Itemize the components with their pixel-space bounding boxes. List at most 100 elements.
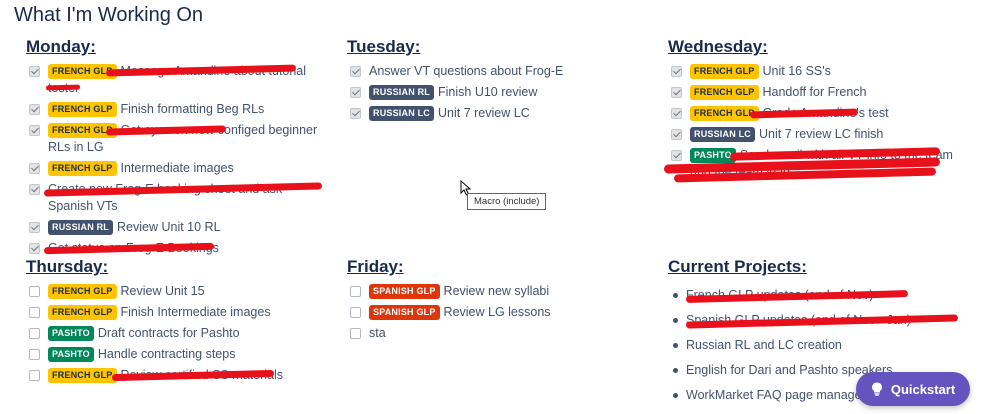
- task-checkbox[interactable]: [350, 328, 361, 339]
- list-item: French GLP updates (end of Nov): [668, 287, 968, 304]
- tuesday-heading: Tuesday:: [347, 37, 421, 56]
- task-checkbox[interactable]: [671, 66, 682, 77]
- task-item: SPANISH GLP Review LG lessons: [347, 304, 647, 321]
- wednesday-section: Wednesday: FRENCH GLP Unit 16 SS's FRENCH…: [663, 37, 958, 185]
- friday-section: Friday: SPANISH GLP Review new syllabi SP…: [347, 257, 647, 346]
- task-text: Create new Frog-E booking sheet and ask …: [48, 181, 326, 215]
- task-item: RUSSIAN LC Unit 7 review LC finish: [668, 126, 958, 143]
- task-checkbox[interactable]: [350, 66, 361, 77]
- task-checkbox[interactable]: [350, 87, 361, 98]
- task-text: FRENCH GLP Grade Amandine's test: [690, 105, 958, 122]
- task-text: FRENCH GLP Review certified SS materials: [48, 367, 326, 384]
- task-text: Answer VT questions about Frog-E: [369, 63, 647, 80]
- task-checkbox[interactable]: [29, 328, 40, 339]
- task-label: sta: [369, 326, 386, 340]
- macro-tooltip: Macro (include): [467, 193, 547, 210]
- friday-heading: Friday:: [347, 257, 404, 276]
- status-badge: FRENCH GLP: [48, 102, 117, 117]
- task-label: Finish U10 review: [438, 85, 538, 99]
- task-item: FRENCH GLP Unit 16 SS's: [668, 63, 958, 80]
- status-badge: RUSSIAN LC: [369, 106, 435, 121]
- task-text: FRENCH GLP Message Amandine about tutoria…: [48, 63, 326, 97]
- lightbulb-icon: [871, 382, 882, 396]
- quickstart-label: Quickstart: [890, 381, 956, 397]
- status-badge: FRENCH GLP: [690, 106, 759, 121]
- task-item: RUSSIAN RL Review Unit 10 RL: [26, 219, 326, 236]
- task-item: FRENCH GLP Intermediate images: [26, 160, 326, 177]
- task-label: Review certified SS materials: [120, 368, 284, 382]
- task-checkbox[interactable]: [671, 87, 682, 98]
- task-checkbox[interactable]: [29, 163, 40, 174]
- page-title: What I'm Working On: [14, 4, 204, 26]
- task-label: Review Unit 15: [120, 284, 205, 298]
- project-label: French GLP updates (end of Nov): [686, 288, 874, 302]
- task-checkbox[interactable]: [29, 349, 40, 360]
- list-item: Spanish GLP updates (end of Nov - Jan): [668, 312, 968, 329]
- project-label: Russian RL and LC creation: [686, 338, 842, 352]
- status-badge: FRENCH GLP: [48, 305, 117, 320]
- project-label: Spanish GLP updates (end of Nov - Jan): [686, 313, 911, 327]
- task-label: Unit 16 SS's: [762, 64, 831, 78]
- task-text: SPANISH GLP Review new syllabi: [369, 283, 647, 300]
- task-checkbox[interactable]: [671, 150, 682, 161]
- task-text: FRENCH GLP Unit 16 SS's: [690, 63, 958, 80]
- monday-section: Monday: FRENCH GLP Message Amandine about…: [26, 37, 326, 261]
- task-text: RUSSIAN LC Unit 7 review LC: [369, 105, 647, 122]
- task-item: Answer VT questions about Frog-E: [347, 63, 647, 80]
- task-checkbox[interactable]: [350, 108, 361, 119]
- wednesday-heading: Wednesday:: [668, 37, 768, 56]
- task-checkbox[interactable]: [29, 370, 40, 381]
- task-text: sta: [369, 325, 647, 342]
- status-badge: FRENCH GLP: [690, 85, 759, 100]
- task-checkbox[interactable]: [29, 184, 40, 195]
- task-checkbox[interactable]: [29, 286, 40, 297]
- task-item: FRENCH GLP Review Unit 15: [26, 283, 326, 300]
- task-checkbox[interactable]: [29, 125, 40, 136]
- task-checkbox[interactable]: [29, 243, 40, 254]
- status-badge: FRENCH GLP: [690, 64, 759, 79]
- task-label: Unit 7 review LC: [438, 106, 530, 120]
- monday-heading: Monday:: [26, 37, 96, 56]
- task-label: Review LG lessons: [443, 305, 551, 319]
- quickstart-button[interactable]: Quickstart: [856, 372, 970, 406]
- tuesday-section: Tuesday: Answer VT questions about Frog-…: [347, 37, 647, 126]
- task-item: Get status on Frog-E Bookings: [26, 240, 326, 257]
- task-item: Create new Frog-E booking sheet and ask …: [26, 181, 326, 215]
- status-badge: RUSSIAN LC: [690, 127, 756, 142]
- task-label: Review new syllabi: [443, 284, 550, 298]
- task-text: FRENCH GLP Handoff for French: [690, 84, 958, 101]
- task-text: PASHTO Draft contracts for Pashto: [48, 325, 326, 342]
- task-checkbox[interactable]: [671, 108, 682, 119]
- task-checkbox[interactable]: [29, 222, 40, 233]
- task-item: FRENCH GLP Get eyes on new configed begin…: [26, 122, 326, 156]
- task-label: Draft contracts for Pashto: [97, 326, 240, 340]
- task-item: RUSSIAN RL Finish U10 review: [347, 84, 647, 101]
- task-checkbox[interactable]: [671, 129, 682, 140]
- status-badge: FRENCH GLP: [48, 368, 117, 383]
- status-badge: SPANISH GLP: [369, 305, 440, 320]
- task-item: FRENCH GLP Finish formatting Beg RLs: [26, 101, 326, 118]
- task-checkbox[interactable]: [29, 66, 40, 77]
- task-checkbox[interactable]: [29, 307, 40, 318]
- task-label: Handle contracting steps: [97, 347, 236, 361]
- task-item: FRENCH GLP Review certified SS materials: [26, 367, 326, 384]
- task-text: FRENCH GLP Review Unit 15: [48, 283, 326, 300]
- task-text: PASHTO Send email with all VT info to the…: [690, 147, 958, 181]
- task-text: PASHTO Handle contracting steps: [48, 346, 326, 363]
- task-item: PASHTO Send email with all VT info to the…: [663, 147, 958, 183]
- task-text: Get status on Frog-E Bookings: [48, 240, 326, 257]
- task-text: FRENCH GLP Finish Intermediate images: [48, 304, 326, 321]
- status-badge: FRENCH GLP: [48, 123, 117, 138]
- status-badge: RUSSIAN RL: [48, 220, 114, 235]
- status-badge: SPANISH GLP: [369, 284, 440, 299]
- task-text: RUSSIAN RL Review Unit 10 RL: [48, 219, 326, 236]
- task-checkbox[interactable]: [29, 104, 40, 115]
- task-checkbox[interactable]: [350, 286, 361, 297]
- status-badge: FRENCH GLP: [48, 64, 117, 79]
- task-label: Finish Intermediate images: [120, 305, 271, 319]
- task-text: SPANISH GLP Review LG lessons: [369, 304, 647, 321]
- task-text: RUSSIAN LC Unit 7 review LC finish: [690, 126, 958, 143]
- status-badge: RUSSIAN RL: [369, 85, 435, 100]
- task-checkbox[interactable]: [350, 307, 361, 318]
- task-label: Handoff for French: [762, 85, 867, 99]
